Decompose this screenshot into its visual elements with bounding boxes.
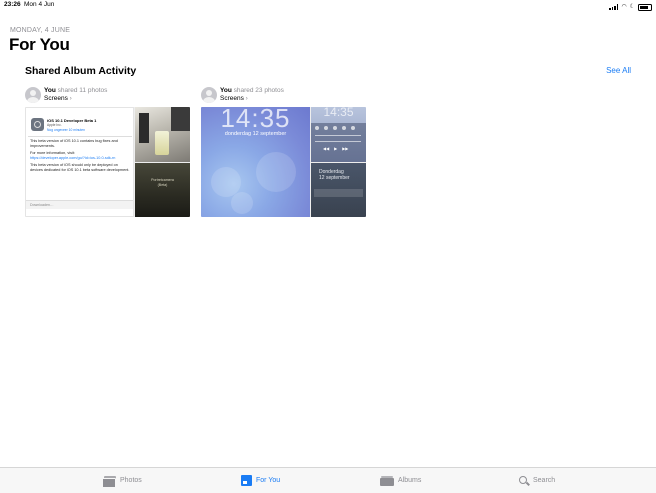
downloading-label: Downloaden… — [26, 200, 133, 209]
activity-line: You shared 23 photos — [220, 87, 284, 94]
photo-portrait-camera[interactable]: Portretcamera (Beta) — [135, 163, 190, 217]
photo-software-update[interactable]: iOS 10.1 Developer Beta 1 Apple Inc. Nog… — [25, 107, 134, 217]
for-you-icon — [241, 475, 252, 486]
bokeh-shape — [256, 152, 296, 192]
album-link[interactable]: Screens › — [220, 95, 248, 102]
bluetooth-icon — [333, 126, 337, 130]
page-title: For You — [9, 35, 70, 54]
notification-banner — [314, 189, 363, 197]
update-para: This beta version of iOS should only be … — [30, 163, 130, 172]
cc-clock: 14:35 — [323, 107, 354, 119]
cc-toggles — [315, 126, 355, 130]
previous-icon: ◀◀ — [323, 146, 330, 151]
see-all-link[interactable]: See All — [606, 66, 631, 75]
signal-icon — [609, 4, 619, 10]
activity-user: You — [220, 87, 232, 94]
photo-shape — [155, 131, 169, 155]
brightness-slider — [315, 135, 361, 136]
tab-albums[interactable]: Albums — [380, 468, 421, 493]
section-title: Shared Album Activity — [25, 65, 137, 77]
tab-for-you[interactable]: For You — [241, 468, 280, 493]
photo-shape — [139, 113, 149, 143]
update-link: https://developer.apple.com/go/?id=ios-1… — [30, 155, 116, 160]
airplane-icon — [315, 126, 319, 130]
status-date: Mon 4 Jun — [24, 1, 55, 8]
avatar — [25, 87, 41, 103]
portrait-sub: (Beta) — [157, 183, 168, 187]
update-para: This beta version of iOS 10.1 contains b… — [30, 139, 118, 148]
album-link[interactable]: Screens › — [44, 95, 72, 102]
album-name: Screens — [44, 95, 68, 102]
activity-action: shared 11 photos — [57, 87, 108, 94]
photo-cup[interactable] — [135, 107, 190, 162]
photo-lock-screen[interactable]: 14:35 donderdag 12 september — [201, 107, 310, 217]
update-vendor: Apple Inc. — [47, 123, 62, 127]
tab-label: For You — [256, 477, 281, 484]
photo-control-center[interactable]: 14:35 ◀◀ ▶ ▶▶ — [311, 107, 366, 162]
lock-clock: 14:35 — [220, 107, 291, 133]
avatar — [201, 87, 217, 103]
lock-day-date: 12 september — [319, 175, 350, 181]
activity-line: You shared 11 photos — [44, 87, 107, 94]
settings-app-icon — [31, 118, 44, 131]
photo-shape — [171, 107, 190, 131]
bokeh-shape — [231, 192, 253, 214]
date-header: MONDAY, 4 JUNE — [10, 27, 71, 34]
update-status: Nog ongeveer 10 minuten — [47, 128, 85, 132]
tab-photos[interactable]: Photos — [102, 468, 142, 493]
photo-grid[interactable]: 14:35 donderdag 12 september 14:35 ◀◀ ▶ … — [201, 107, 366, 217]
moon-icon — [342, 126, 346, 130]
chevron-right-icon: › — [69, 95, 72, 102]
status-bar: 23:26 Mon 4 Jun ◠ ☾ — [0, 0, 656, 12]
status-time: 23:26 — [4, 1, 21, 8]
control-center: ◀◀ ▶ ▶▶ — [311, 123, 366, 162]
activity-user: You — [44, 87, 56, 94]
progress-bar — [315, 141, 361, 142]
lock-rotation-icon — [351, 126, 355, 130]
portrait-title: Portretcamera — [151, 178, 174, 182]
album-name: Screens — [220, 95, 244, 102]
tab-label: Albums — [398, 477, 422, 484]
search-icon — [519, 475, 529, 486]
photos-icon — [102, 475, 116, 488]
play-icon: ▶ — [334, 146, 338, 151]
tab-bar: Photos For You Albums Search — [0, 467, 656, 493]
wifi-icon: ◠ — [621, 4, 627, 10]
activity-action: shared 23 photos — [233, 87, 284, 94]
albums-icon — [380, 475, 394, 486]
photo-grid[interactable]: iOS 10.1 Developer Beta 1 Apple Inc. Nog… — [25, 107, 190, 217]
tab-label: Photos — [120, 477, 142, 484]
wifi-icon — [324, 126, 328, 130]
status-icons: ◠ ☾ — [609, 2, 652, 12]
update-header: iOS 10.1 Developer Beta 1 Apple Inc. Nog… — [28, 116, 132, 137]
tab-search[interactable]: Search — [519, 468, 555, 493]
lock-date: donderdag 12 september — [224, 131, 287, 137]
battery-icon — [638, 3, 652, 11]
update-body: This beta version of iOS 10.1 contains b… — [30, 139, 130, 176]
next-icon: ▶▶ — [342, 146, 349, 151]
photo-notification[interactable]: Donderdag 12 september — [311, 163, 366, 217]
tab-label: Search — [533, 477, 556, 484]
moon-icon: ☾ — [629, 4, 635, 10]
chevron-right-icon: › — [245, 95, 248, 102]
media-controls: ◀◀ ▶ ▶▶ — [323, 146, 349, 151]
